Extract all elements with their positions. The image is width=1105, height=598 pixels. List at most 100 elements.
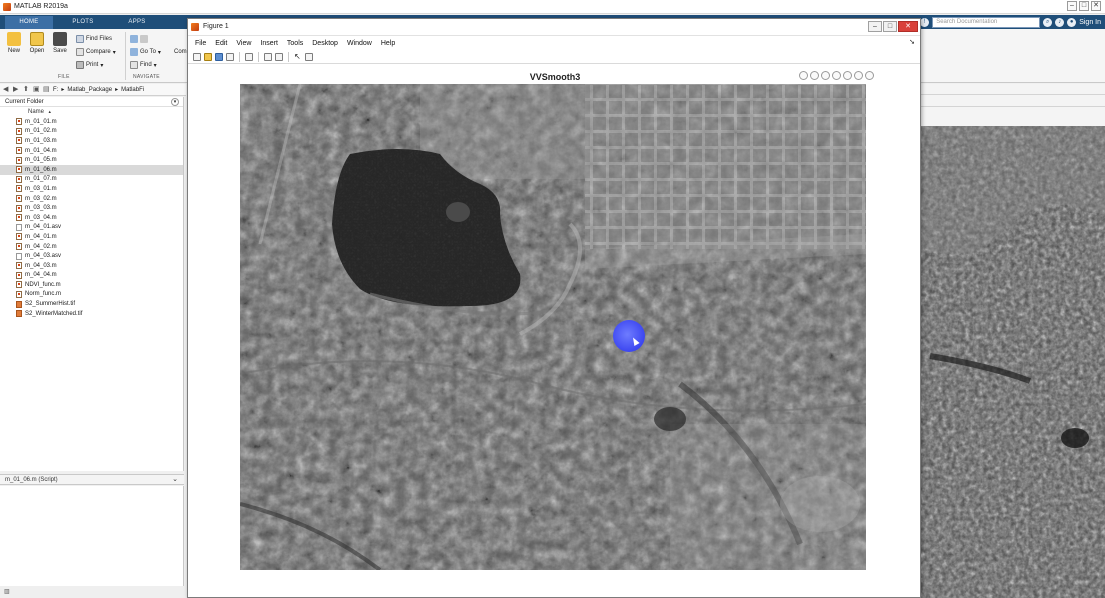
chevron-down-icon[interactable]: ⌄ xyxy=(172,475,178,485)
file-row[interactable]: m_04_03.m xyxy=(0,261,183,271)
browse-folder-icon[interactable]: ▣ xyxy=(33,86,40,93)
new-button[interactable]: New xyxy=(3,32,25,54)
save-figure-icon[interactable] xyxy=(215,52,223,61)
file-row[interactable]: m_04_01.m xyxy=(0,232,183,242)
details-bar[interactable]: m_01_06.m (Script) ⌄ xyxy=(0,474,184,485)
export-icon[interactable] xyxy=(799,71,808,80)
name-column-label: Name xyxy=(28,109,45,115)
breadcrumb-separator: ▸ xyxy=(61,87,65,93)
user-icon[interactable]: ● xyxy=(1067,17,1077,27)
go-to-button[interactable]: Go To ▾ xyxy=(130,47,161,57)
print-figure-icon[interactable] xyxy=(226,52,234,61)
tab-apps[interactable]: APPS xyxy=(113,16,161,29)
new-figure-icon[interactable] xyxy=(193,52,201,61)
up-folder-icon[interactable]: ⬆ xyxy=(23,86,30,93)
file-row[interactable]: m_01_02.m xyxy=(0,127,183,137)
address-bar[interactable]: ◀ ▶ ⬆ ▣ ▤ F: ▸ Matlab_Package ▸ MatlabFi xyxy=(0,84,186,96)
insert-legend-icon[interactable] xyxy=(275,52,283,61)
file-row[interactable]: m_04_02.m xyxy=(0,242,183,252)
panel-actions-icon[interactable]: ▾ xyxy=(171,98,179,106)
file-row[interactable]: m_01_03.m xyxy=(0,136,183,146)
print-button[interactable]: Print ▾ xyxy=(76,60,103,70)
find-files-button[interactable]: Find Files xyxy=(76,34,112,44)
file-row[interactable]: m_04_03.asv xyxy=(0,251,183,261)
figure-minimize-button[interactable]: – xyxy=(868,21,882,32)
find-button[interactable]: Find ▾ xyxy=(130,60,157,70)
file-row[interactable]: m_01_07.m xyxy=(0,175,183,185)
breadcrumb-drive[interactable]: F: xyxy=(53,87,58,93)
property-editor-icon[interactable] xyxy=(305,52,313,61)
figure-window[interactable]: Figure 1 – □ ✕ File Edit View Insert Too… xyxy=(187,18,921,598)
insert-colorbar-icon[interactable] xyxy=(264,52,272,61)
save-button[interactable]: Save xyxy=(49,32,71,54)
file-row[interactable]: m_01_01.m xyxy=(0,117,183,127)
file-name: m_01_07.m xyxy=(25,176,57,183)
search-icon[interactable]: ⌕ xyxy=(1043,17,1053,27)
file-name: m_03_01.m xyxy=(25,185,57,192)
maximize-button[interactable]: □ xyxy=(1079,1,1089,11)
menu-tools[interactable]: Tools xyxy=(287,40,303,47)
file-row[interactable]: S2_WinterMatched.tif xyxy=(0,309,183,319)
m-file-icon xyxy=(16,127,22,135)
file-row[interactable]: m_03_02.m xyxy=(0,194,183,204)
menu-help[interactable]: Help xyxy=(381,40,395,47)
figure-titlebar[interactable]: Figure 1 – □ ✕ xyxy=(188,19,920,36)
menu-edit[interactable]: Edit xyxy=(215,40,227,47)
go-to-label: Go To xyxy=(140,49,156,55)
m-file-icon xyxy=(16,281,22,289)
zoom-in-icon[interactable] xyxy=(843,71,852,80)
file-row[interactable]: m_01_05.m xyxy=(0,155,183,165)
file-row[interactable]: Norm_func.m xyxy=(0,290,183,300)
file-row[interactable]: m_01_06.m xyxy=(0,164,183,175)
open-file-icon[interactable] xyxy=(204,52,212,61)
m-file-icon xyxy=(16,185,22,193)
forward-icon[interactable]: ▶ xyxy=(13,86,20,93)
close-button[interactable]: ✕ xyxy=(1091,1,1101,11)
file-row[interactable]: S2_SummerHist.tif xyxy=(0,299,183,309)
file-row[interactable]: m_01_04.m xyxy=(0,146,183,156)
menu-view[interactable]: View xyxy=(236,40,251,47)
axes-title: VVSmooth3 xyxy=(529,72,581,82)
data-tip-icon[interactable] xyxy=(821,71,830,80)
figure-close-button[interactable]: ✕ xyxy=(898,21,918,32)
notification-bell-icon[interactable]: ♪ xyxy=(1055,17,1065,27)
toolbar-separator xyxy=(288,51,289,62)
file-row[interactable]: m_03_04.m xyxy=(0,213,183,223)
pointer-icon[interactable]: ↖ xyxy=(294,52,302,61)
notification-icon[interactable]: ! xyxy=(920,17,930,27)
brush-icon[interactable] xyxy=(810,71,819,80)
minimize-button[interactable]: – xyxy=(1067,1,1077,11)
menu-window[interactable]: Window xyxy=(347,40,372,47)
menu-overflow-icon[interactable]: ➘ xyxy=(909,38,915,46)
tab-plots[interactable]: PLOTS xyxy=(59,16,107,29)
open-button[interactable]: Open xyxy=(26,32,48,54)
name-column-header[interactable]: Name ▲ xyxy=(0,107,183,117)
search-documentation-input[interactable]: Search Documentation xyxy=(932,16,1041,28)
link-plot-icon[interactable] xyxy=(245,52,253,61)
file-row[interactable]: NDVI_func.m xyxy=(0,280,183,290)
menu-insert[interactable]: Insert xyxy=(260,40,278,47)
pan-hand-icon[interactable] xyxy=(832,71,841,80)
back-icon[interactable]: ◀ xyxy=(3,86,10,93)
home-icon[interactable] xyxy=(865,71,874,80)
code-group-button[interactable]: Com xyxy=(174,47,187,57)
file-row[interactable]: m_04_04.m xyxy=(0,271,183,281)
file-row[interactable]: m_04_01.asv xyxy=(0,223,183,233)
satellite-image-axes[interactable] xyxy=(240,84,866,570)
file-name: m_03_02.m xyxy=(25,195,57,202)
breadcrumb-subfolder[interactable]: MatlabFi xyxy=(121,87,144,93)
status-indicator-icon: ▥ xyxy=(4,589,10,595)
compare-button[interactable]: Compare ▾ xyxy=(76,47,116,57)
navigate-arrows[interactable] xyxy=(130,34,148,44)
breadcrumb-package[interactable]: Matlab_Package xyxy=(67,87,112,93)
figure-maximize-button[interactable]: □ xyxy=(883,21,897,32)
menu-file[interactable]: File xyxy=(195,40,206,47)
file-row[interactable]: m_03_01.m xyxy=(0,184,183,194)
menu-desktop[interactable]: Desktop xyxy=(312,40,338,47)
file-name: m_04_01.asv xyxy=(25,224,62,231)
file-row[interactable]: m_03_03.m xyxy=(0,203,183,213)
sign-in-link[interactable]: Sign In xyxy=(1079,19,1101,26)
zoom-out-icon[interactable] xyxy=(854,71,863,80)
current-folder-header: Current Folder ▾ xyxy=(0,97,183,107)
tab-home[interactable]: HOME xyxy=(5,16,53,29)
